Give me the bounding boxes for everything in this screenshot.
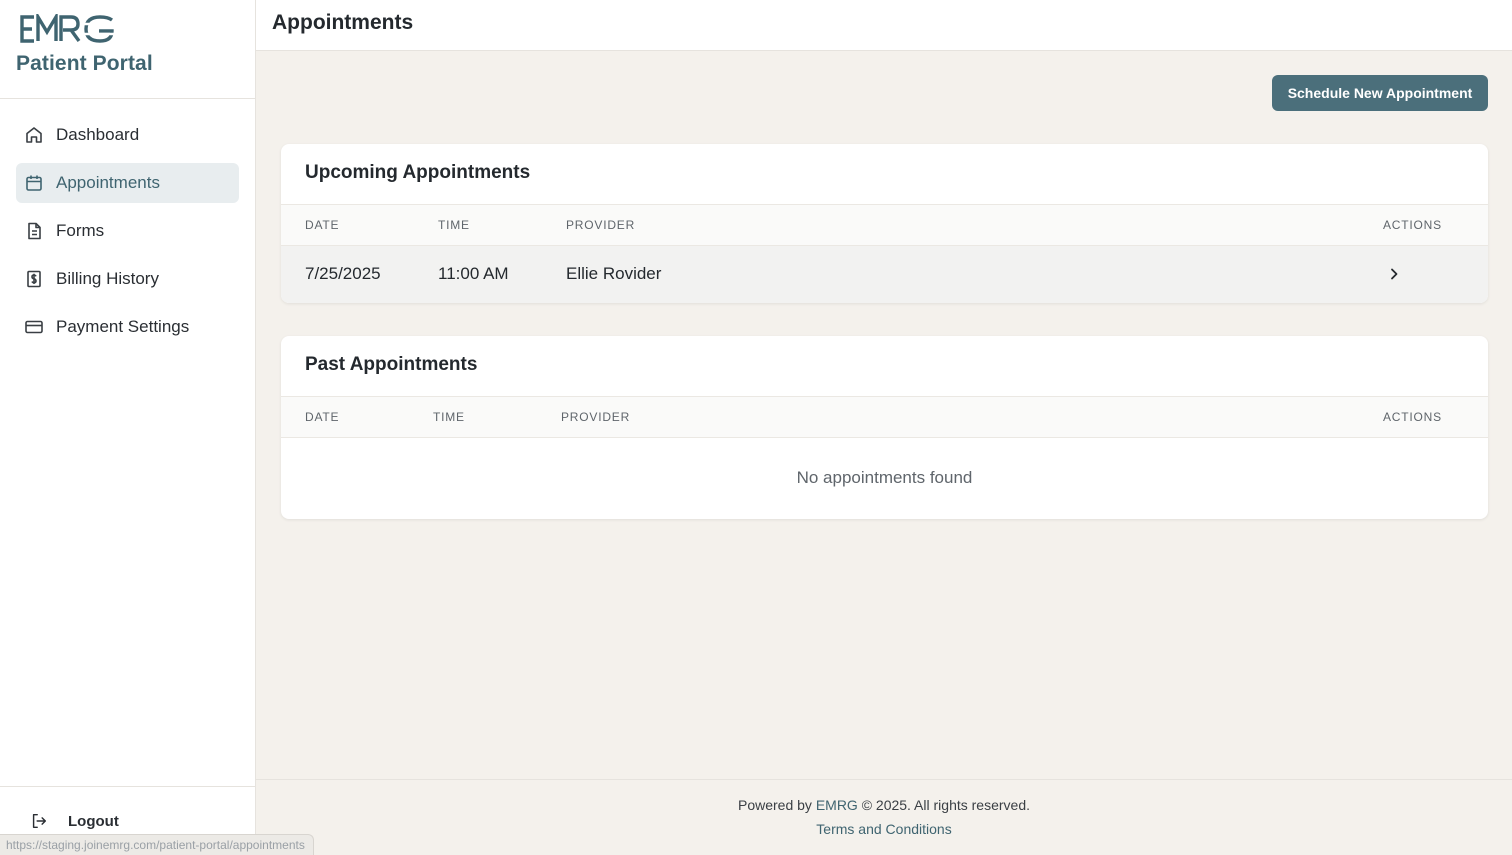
logout-button[interactable]: Logout: [30, 811, 119, 831]
upcoming-appointments-card: Upcoming Appointments DATE TIME PROVIDER…: [281, 144, 1488, 303]
footer-copyright-line: Powered by EMRG © 2025. All rights reser…: [256, 797, 1512, 813]
credit-card-icon: [24, 317, 44, 337]
column-header-provider: PROVIDER: [561, 410, 631, 424]
page-title: Appointments: [272, 11, 414, 34]
calendar-icon: [24, 173, 44, 193]
chevron-right-icon[interactable]: [1384, 264, 1404, 284]
table-header: DATE TIME PROVIDER ACTIONS: [281, 397, 1488, 438]
sidebar: Patient Portal Dashboard Appointments Fo…: [0, 0, 256, 855]
dollar-receipt-icon: [24, 269, 44, 289]
sidebar-item-billing-history[interactable]: Billing History: [16, 259, 239, 299]
past-appointments-card: Past Appointments DATE TIME PROVIDER ACT…: [281, 336, 1488, 519]
empty-state-message: No appointments found: [796, 468, 973, 487]
emrg-logo[interactable]: [20, 14, 116, 44]
column-header-actions: ACTIONS: [1383, 218, 1442, 232]
powered-by-text: Powered by: [737, 797, 812, 813]
sidebar-item-label: Billing History: [56, 269, 159, 288]
table-header: DATE TIME PROVIDER ACTIONS: [281, 205, 1488, 246]
sidebar-item-label: Forms: [56, 221, 105, 240]
column-header-time: TIME: [438, 218, 470, 232]
appointment-provider: Ellie Rovider: [566, 264, 662, 283]
top-bar: Appointments: [256, 0, 1512, 51]
portal-title: Patient Portal: [16, 52, 153, 75]
column-header-provider: PROVIDER: [566, 218, 636, 232]
sidebar-nav: Dashboard Appointments Forms Billing His…: [0, 99, 255, 347]
column-header-time: TIME: [433, 410, 465, 424]
sidebar-item-payment-settings[interactable]: Payment Settings: [16, 307, 239, 347]
column-header-date: DATE: [305, 218, 340, 232]
column-header-actions: ACTIONS: [1383, 410, 1442, 424]
past-appointments-title: Past Appointments: [281, 336, 1488, 397]
schedule-new-appointment-button[interactable]: Schedule New Appointment: [1272, 75, 1488, 111]
sidebar-item-dashboard[interactable]: Dashboard: [16, 115, 239, 155]
sidebar-item-forms[interactable]: Forms: [16, 211, 239, 251]
home-icon: [24, 125, 44, 145]
upcoming-appointments-title: Upcoming Appointments: [281, 144, 1488, 205]
footer: Powered by EMRG © 2025. All rights reser…: [256, 779, 1512, 855]
sidebar-item-appointments[interactable]: Appointments: [16, 163, 239, 203]
appointment-time: 11:00 AM: [438, 264, 509, 283]
sidebar-item-label: Appointments: [56, 173, 160, 192]
appointment-date: 7/25/2025: [305, 264, 381, 283]
copyright-text: © 2025. All rights reserved.: [861, 797, 1030, 813]
table-row[interactable]: 7/25/2025 11:00 AM Ellie Rovider: [281, 246, 1488, 303]
column-header-date: DATE: [305, 410, 340, 424]
sidebar-item-label: Dashboard: [56, 125, 140, 144]
emrg-link[interactable]: EMRG: [816, 797, 858, 813]
brand-area: Patient Portal: [0, 0, 255, 99]
document-icon: [24, 221, 44, 241]
terms-and-conditions-link[interactable]: Terms and Conditions: [256, 821, 1512, 837]
logout-label: Logout: [68, 812, 119, 830]
sidebar-item-label: Payment Settings: [56, 317, 190, 336]
logout-icon: [30, 811, 50, 831]
